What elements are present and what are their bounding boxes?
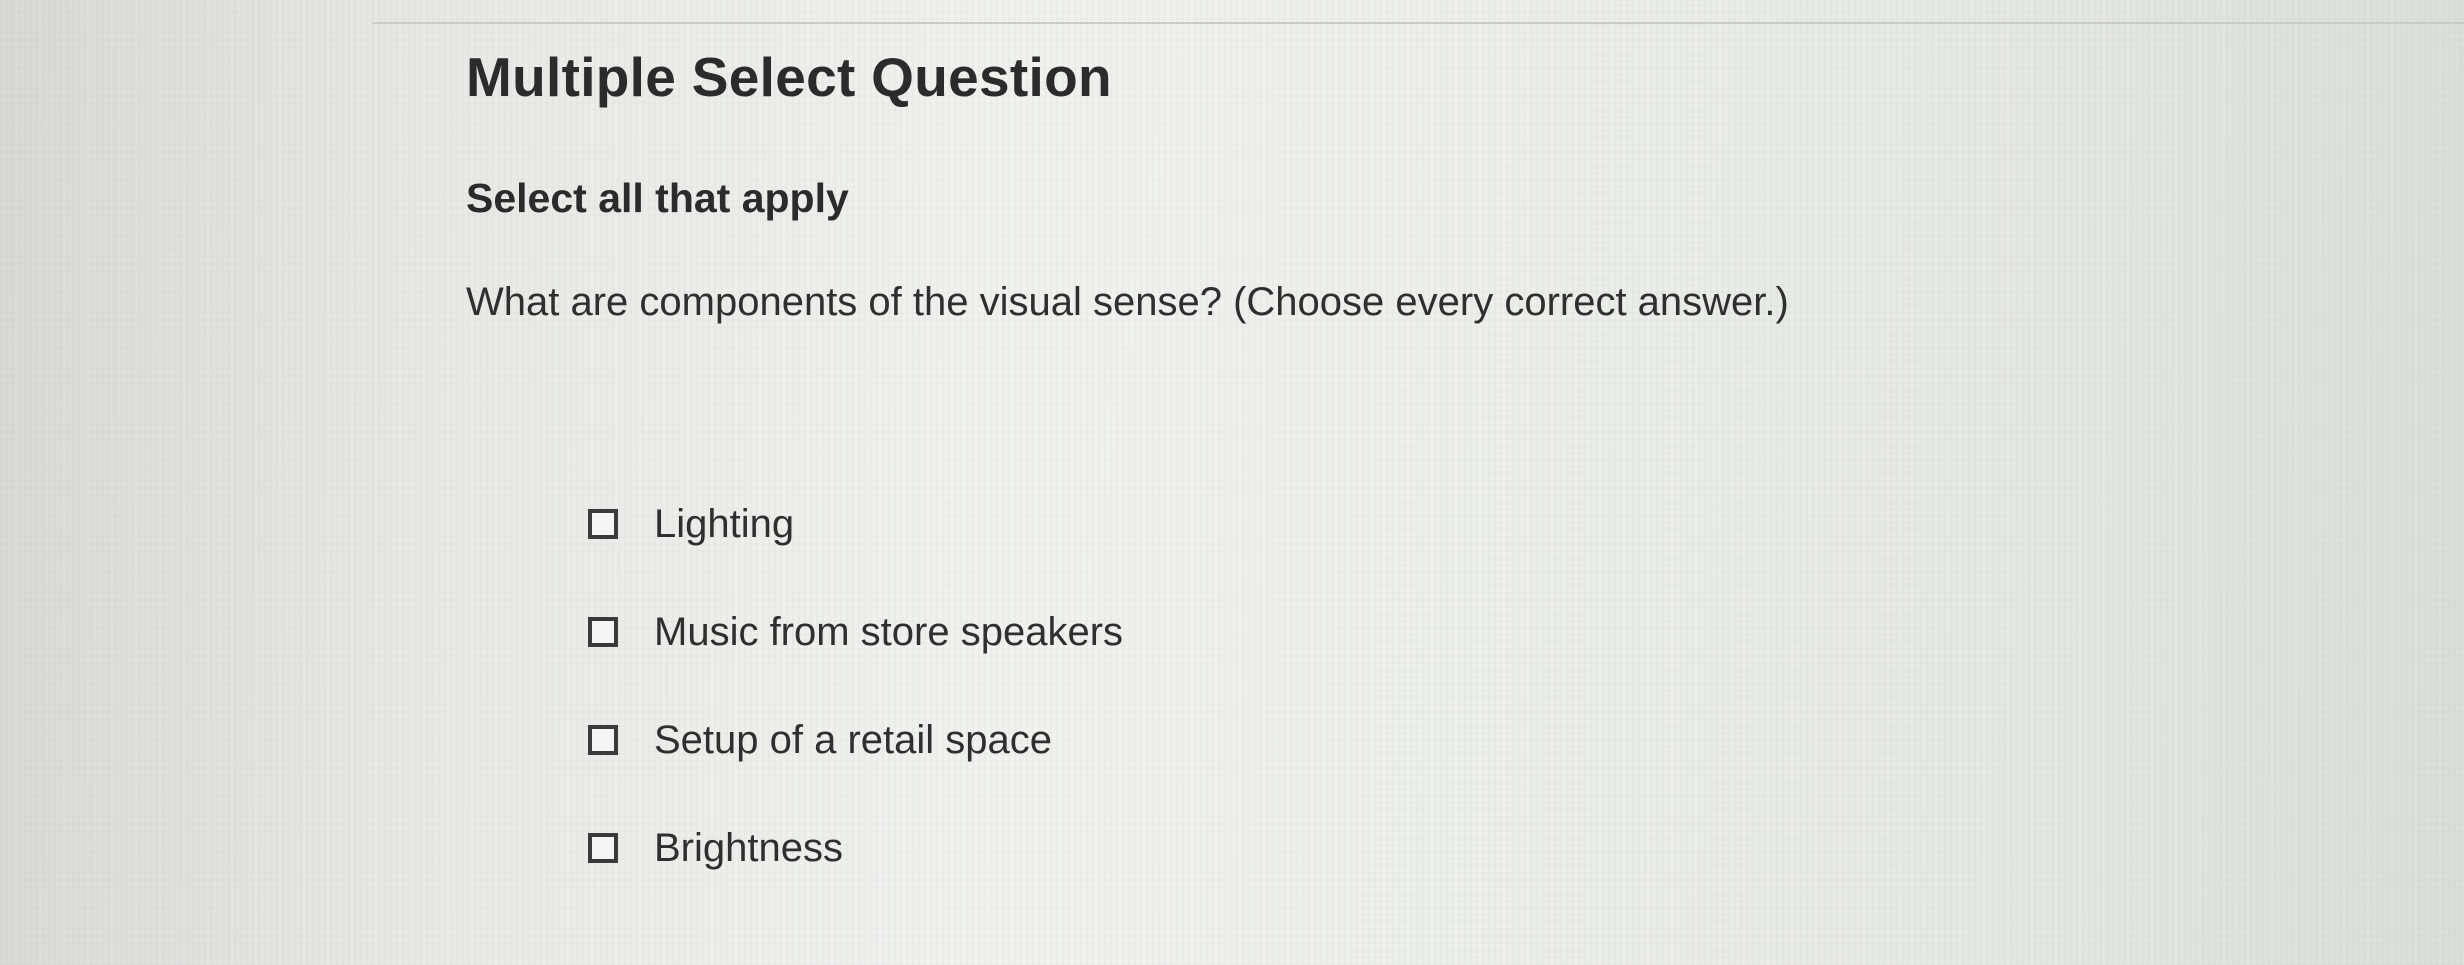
answer-option-lighting[interactable]: Lighting — [588, 494, 1123, 554]
answer-option-setup[interactable]: Setup of a retail space — [588, 710, 1123, 770]
answer-label[interactable]: Setup of a retail space — [654, 714, 1052, 766]
checkbox[interactable] — [588, 509, 618, 539]
instruction-text: Select all that apply — [466, 175, 849, 221]
question-type-heading: Multiple Select Question — [466, 46, 1112, 108]
answer-label[interactable]: Music from store speakers — [654, 606, 1123, 658]
checkbox[interactable] — [588, 725, 618, 755]
answer-label[interactable]: Brightness — [654, 822, 843, 874]
checkbox[interactable] — [588, 617, 618, 647]
question-card: Multiple Select Question Select all that… — [466, 40, 2066, 328]
checkbox[interactable] — [588, 833, 618, 863]
answer-label[interactable]: Lighting — [654, 498, 794, 550]
answer-option-music[interactable]: Music from store speakers — [588, 602, 1123, 662]
answer-list: Lighting Music from store speakers Setup… — [588, 494, 1123, 926]
divider — [372, 22, 2464, 24]
answer-option-brightness[interactable]: Brightness — [588, 818, 1123, 878]
question-prompt: What are components of the visual sense?… — [466, 280, 1789, 324]
